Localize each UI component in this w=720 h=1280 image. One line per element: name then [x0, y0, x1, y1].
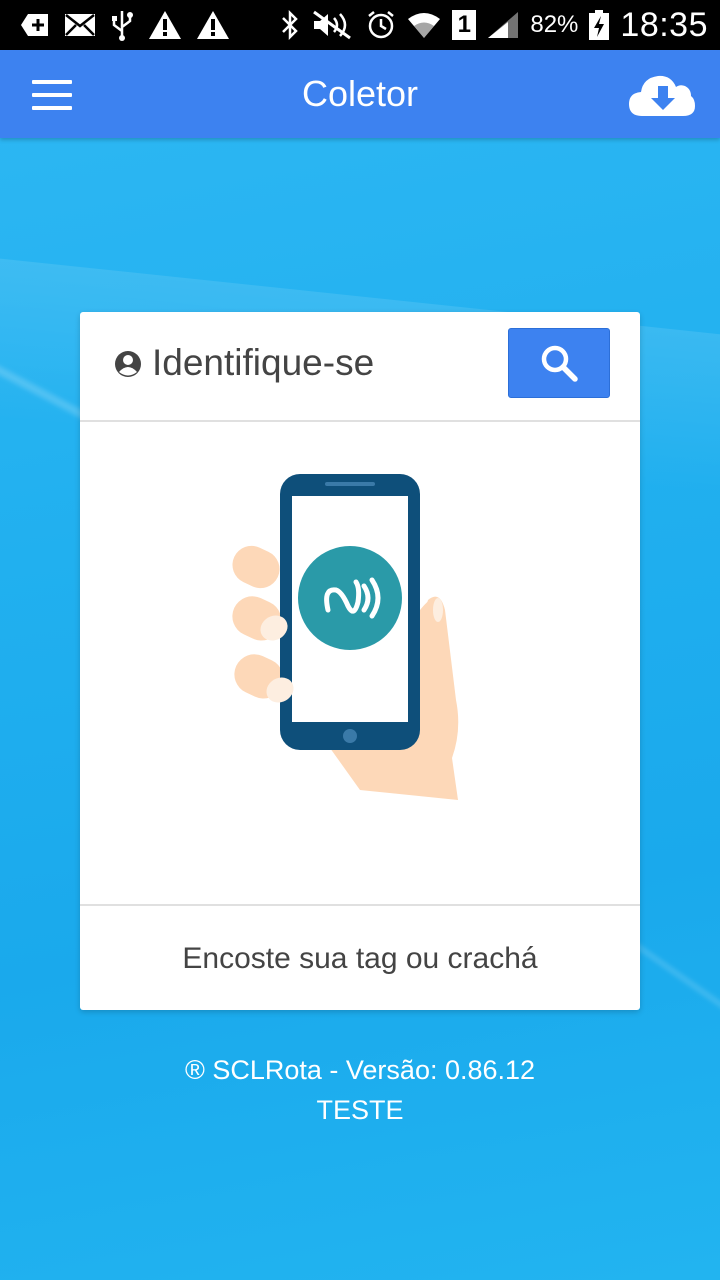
version-text: ® SCLRota - Versão: 0.86.12 — [184, 1055, 536, 1085]
search-icon — [541, 345, 578, 382]
wifi-icon — [406, 10, 442, 40]
hamburger-menu-icon — [32, 93, 72, 97]
mail-icon — [64, 13, 96, 37]
usb-icon — [110, 9, 134, 41]
clock: 18:35 — [620, 5, 708, 44]
bluetooth-icon — [280, 10, 300, 40]
status-bar: 1 82% 18:35 — [0, 0, 720, 50]
sim-number: 1 — [457, 11, 472, 38]
signal-icon — [486, 10, 520, 40]
warning-icon — [148, 10, 182, 40]
environment-text: TESTE — [316, 1095, 404, 1125]
instruction-text: Encoste sua tag ou crachá — [182, 942, 538, 975]
hamburger-menu-icon — [32, 106, 72, 110]
card-header: Identifique-se — [80, 312, 640, 422]
plus-box-icon — [20, 12, 50, 38]
warning-icon — [196, 10, 230, 40]
cloud-download-icon — [629, 75, 695, 116]
mute-icon — [310, 10, 356, 40]
app-bar: Coletor — [0, 50, 720, 138]
cloud-download-button[interactable] — [628, 72, 696, 118]
battery-charging-icon — [588, 9, 610, 41]
card-title: Identifique-se — [152, 342, 375, 383]
menu-button[interactable] — [32, 80, 72, 110]
status-system: 1 82% 18:35 — [280, 6, 720, 45]
version-info: ® SCLRota - Versão: 0.86.12 TESTE — [0, 1050, 720, 1130]
user-circle-icon — [114, 350, 142, 378]
identification-card: Identifique-se Encoste sua tag ou crachá — [80, 312, 640, 1010]
hand-phone-nfc-icon — [230, 470, 470, 820]
battery-percent: 82% — [530, 11, 579, 38]
card-footer: Encoste sua tag ou crachá — [80, 904, 640, 1012]
sim-indicator: 1 — [452, 10, 477, 40]
hamburger-menu-icon — [32, 80, 72, 84]
app-title: Coletor — [301, 73, 419, 114]
status-notifications — [0, 9, 230, 41]
alarm-icon — [366, 10, 396, 40]
search-button[interactable] — [508, 328, 610, 398]
